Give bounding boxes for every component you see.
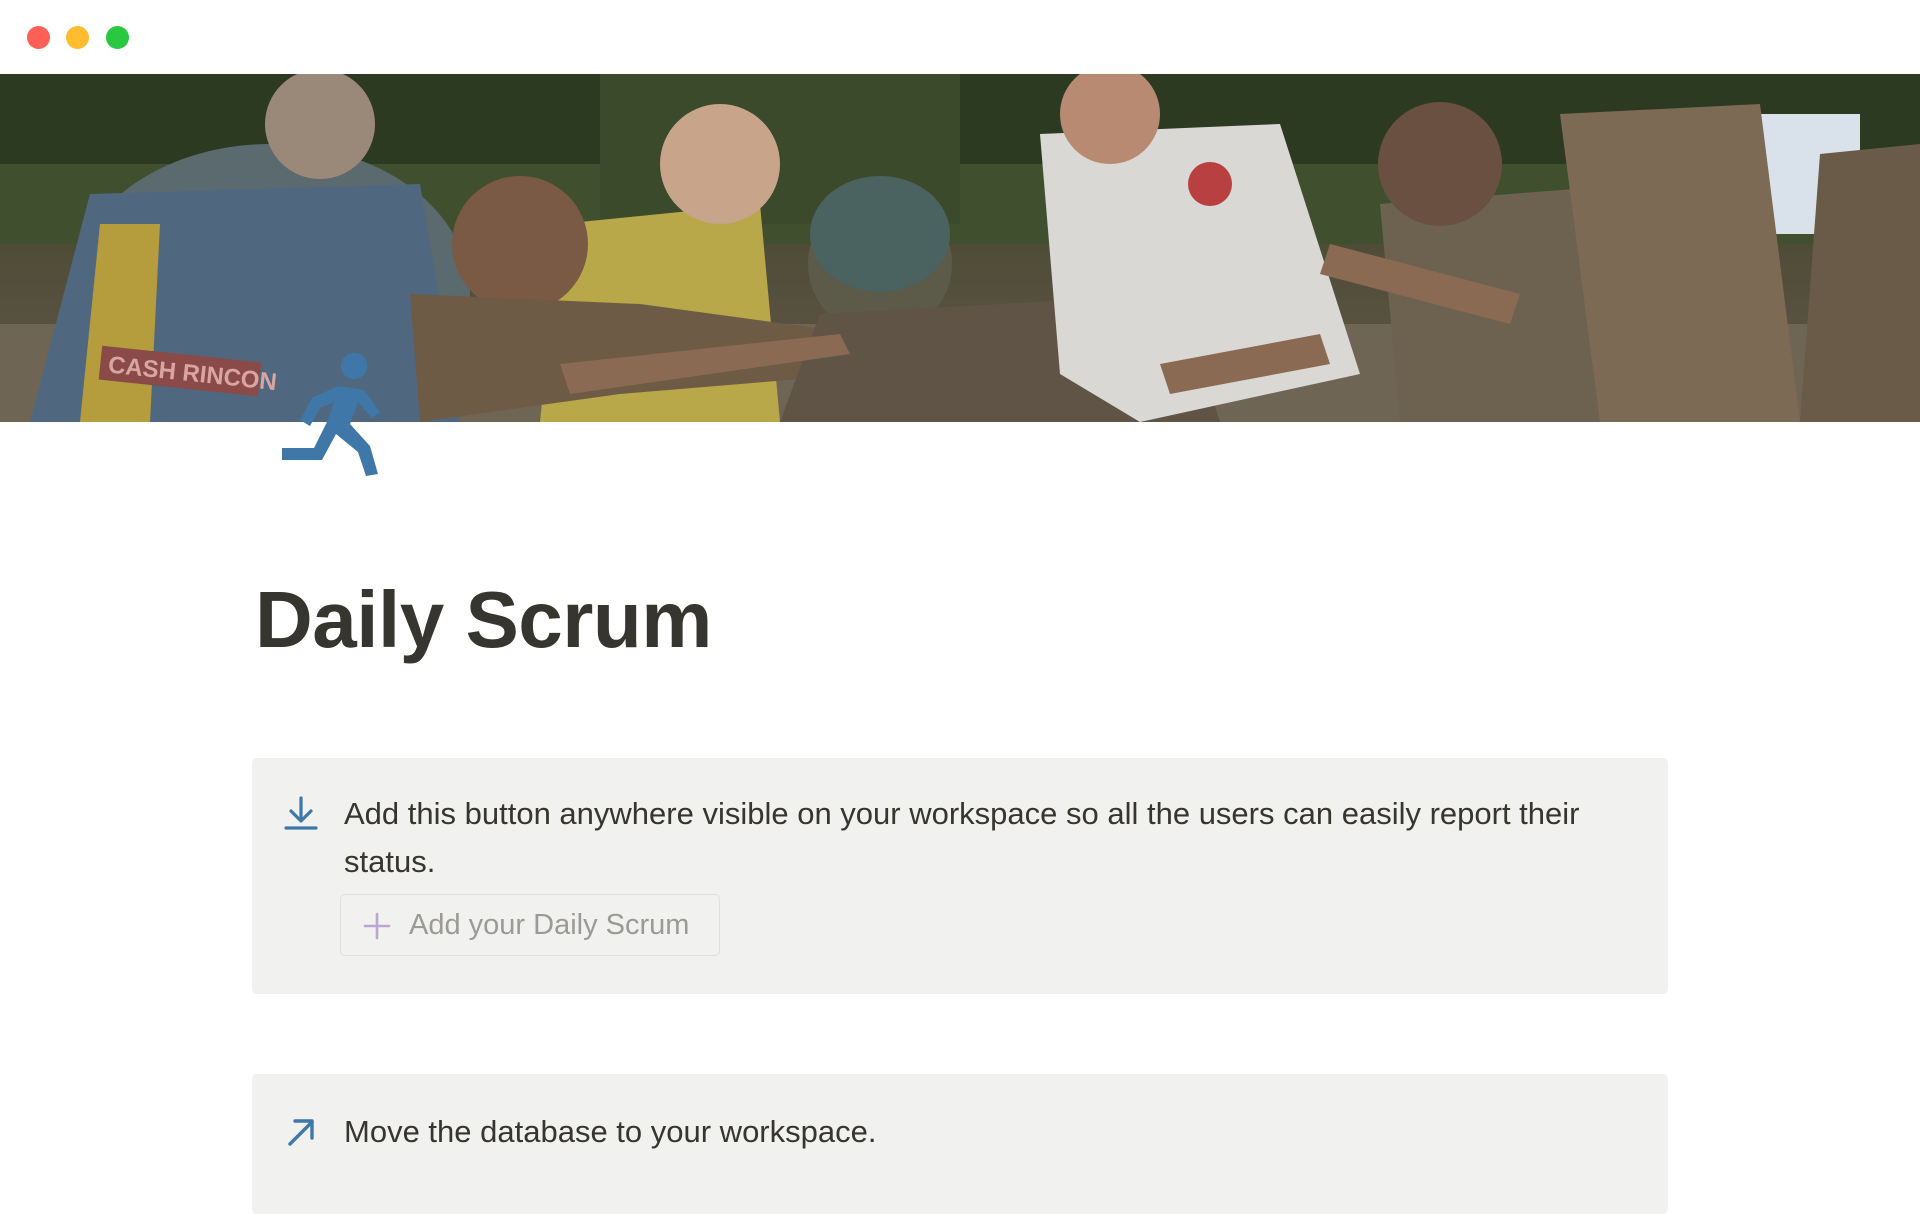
page-title: Daily Scrum: [255, 575, 712, 664]
callout-add-button: Add this button anywhere visible on your…: [252, 758, 1668, 994]
callout-move-database: Move the database to your workspace.: [252, 1074, 1668, 1214]
add-daily-scrum-label: Add your Daily Scrum: [409, 909, 690, 941]
zoom-window-button[interactable]: [106, 26, 129, 49]
download-arrow-icon: [284, 796, 318, 830]
add-daily-scrum-button[interactable]: Add your Daily Scrum: [340, 894, 720, 956]
callout-text: Add this button anywhere visible on your…: [344, 796, 1580, 879]
arrow-up-right-icon: [288, 1119, 314, 1146]
callout-text: Move the database to your workspace.: [344, 1114, 877, 1149]
window-titlebar: [0, 0, 1920, 74]
minimize-window-button[interactable]: [66, 26, 89, 49]
close-window-button[interactable]: [27, 26, 50, 49]
plus-icon: [363, 912, 391, 940]
running-person-icon[interactable]: [278, 350, 390, 478]
